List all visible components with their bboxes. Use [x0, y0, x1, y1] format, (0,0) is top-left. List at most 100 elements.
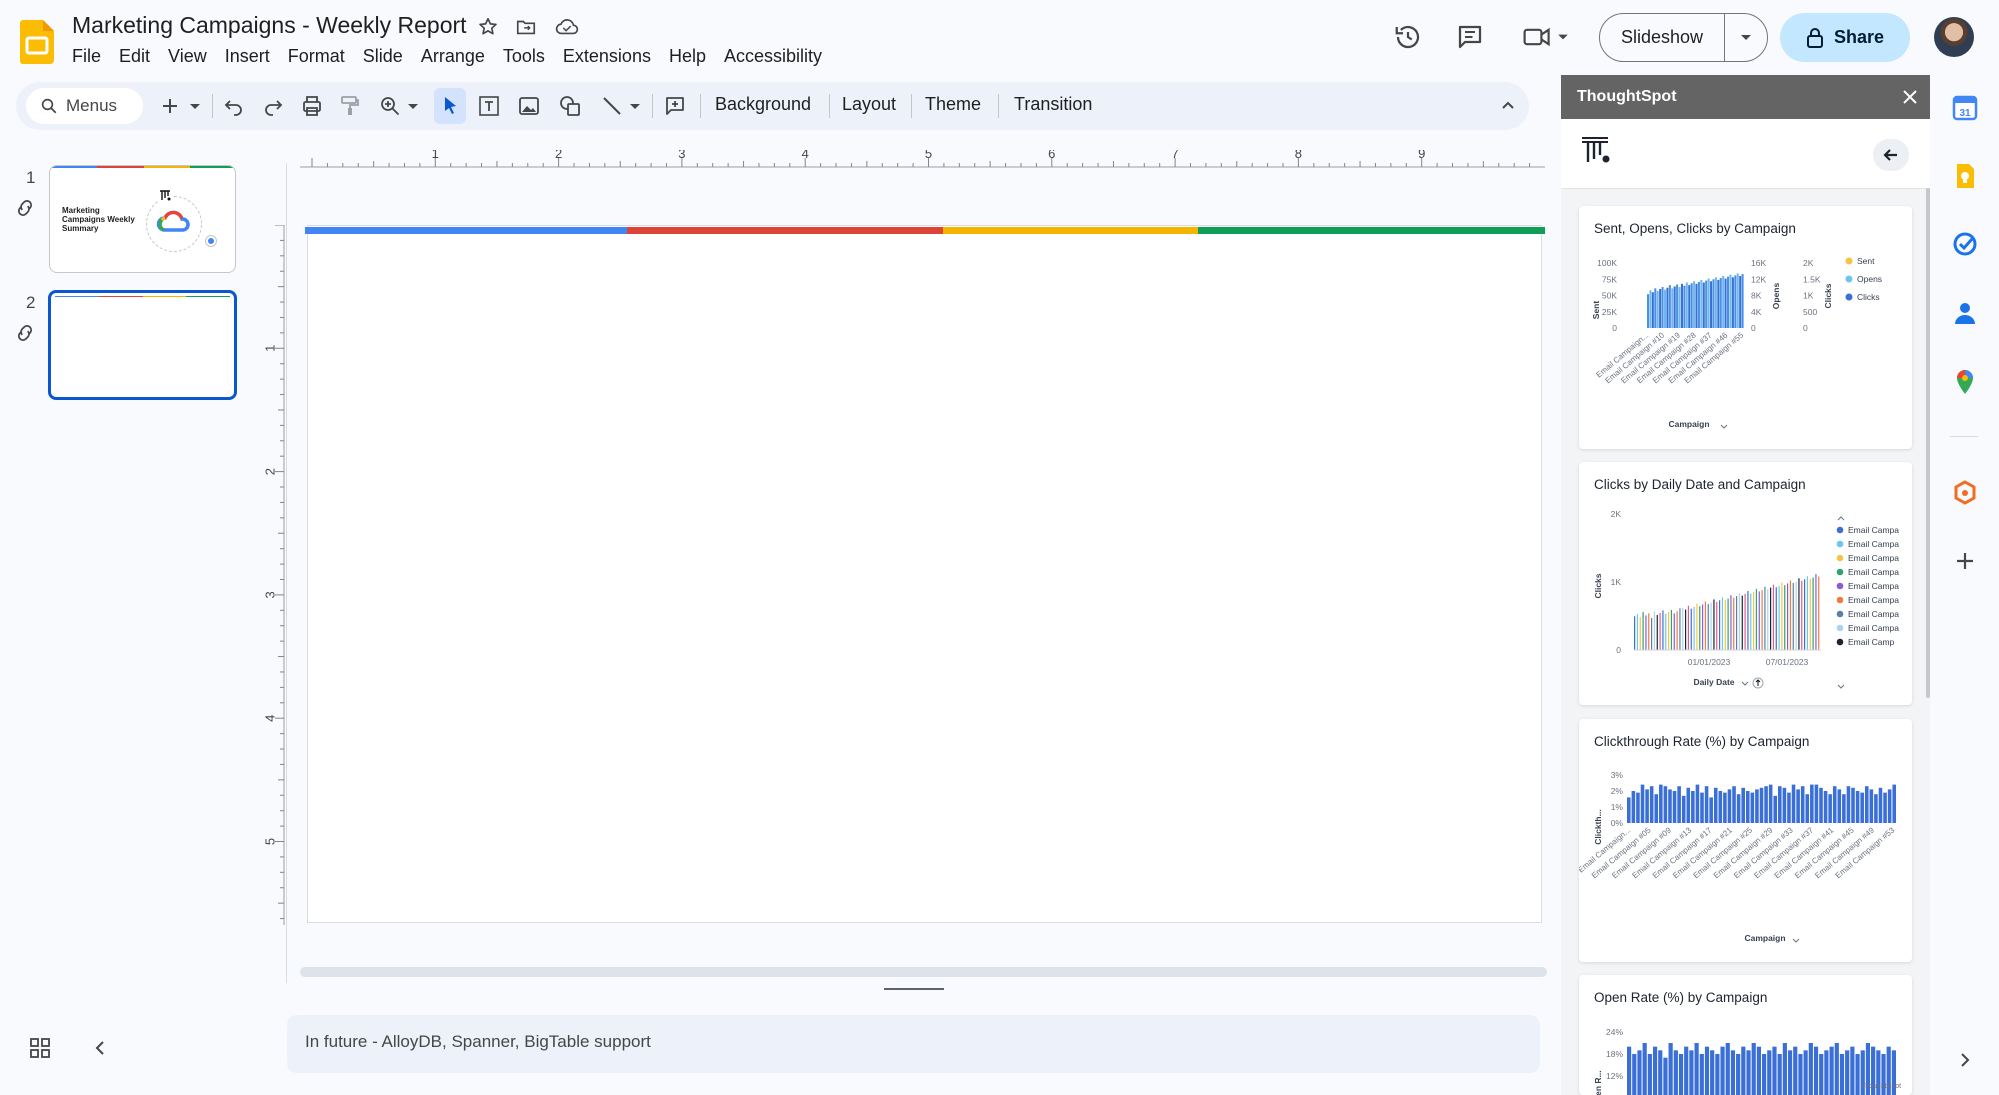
print-icon[interactable] — [300, 94, 324, 118]
bar-clicks — [1784, 585, 1786, 650]
bar-sent — [1649, 290, 1652, 328]
theme-button[interactable]: Theme — [925, 94, 981, 115]
line-icon[interactable] — [600, 94, 624, 118]
menu-view[interactable]: View — [168, 46, 216, 67]
bar-open-rate — [1762, 1054, 1767, 1095]
legend-label: Email Campa — [1848, 567, 1899, 577]
bar-sent — [1695, 283, 1698, 328]
zoom-dropdown-icon[interactable] — [406, 94, 420, 118]
slide-thumbnail-2[interactable] — [48, 290, 237, 400]
layout-button[interactable]: Layout — [842, 94, 896, 115]
bar-ctr — [1878, 787, 1883, 823]
menu-insert[interactable]: Insert — [225, 46, 279, 67]
y-tick-label: 24% — [1606, 1027, 1623, 1037]
thumb-color-bar — [50, 166, 235, 168]
calendar-icon[interactable]: 31 — [1950, 93, 1980, 123]
comments-icon[interactable] — [1455, 22, 1485, 52]
menu-extensions[interactable]: Extensions — [563, 46, 660, 67]
bar-ctr — [1800, 786, 1805, 823]
slideshow-button[interactable]: Slideshow — [1600, 14, 1725, 61]
toolbar-divider — [911, 94, 912, 118]
select-tool-button[interactable] — [434, 88, 466, 124]
notes-resize-handle[interactable] — [884, 988, 944, 990]
speaker-notes[interactable]: In future - AlloyDB, Spanner, BigTable s… — [287, 1015, 1540, 1073]
cloud-saved-icon[interactable] — [555, 16, 579, 38]
linked-object-icon[interactable] — [14, 322, 36, 344]
thoughtspot-header: ThoughtSpot — [1561, 75, 1930, 119]
text-box-icon[interactable] — [477, 94, 501, 118]
vertical-ruler[interactable]: 1 2 3 4 5 — [262, 225, 286, 925]
liveboard-card-clicks-by-date[interactable]: Clicks by Daily Date and Campaign Clicks… — [1579, 462, 1912, 705]
bar-open-rate — [1803, 1050, 1808, 1095]
menu-file[interactable]: File — [72, 46, 110, 67]
expand-rail-icon[interactable] — [1950, 1045, 1980, 1075]
account-avatar[interactable] — [1934, 17, 1974, 57]
slide-color-bar[interactable] — [305, 227, 1545, 234]
slide-thumbnail-1[interactable]: Marketing Campaigns Weekly Summary — [49, 165, 236, 273]
contacts-icon[interactable] — [1950, 298, 1980, 328]
move-folder-icon[interactable] — [515, 16, 537, 38]
menu-help[interactable]: Help — [669, 46, 715, 67]
legend-label: Email Campa — [1848, 595, 1899, 605]
slides-logo[interactable] — [20, 20, 54, 64]
undo-icon[interactable] — [222, 94, 246, 118]
add-ons-plus-icon[interactable] — [1950, 546, 1980, 576]
menu-edit[interactable]: Edit — [119, 46, 159, 67]
paint-format-icon[interactable] — [338, 94, 362, 118]
share-button[interactable]: Share — [1780, 13, 1910, 62]
zoom-icon[interactable] — [378, 94, 402, 118]
menu-slide[interactable]: Slide — [363, 46, 412, 67]
bar-sent — [1739, 276, 1742, 328]
horizontal-scrollbar[interactable] — [300, 967, 1547, 977]
slideshow-dropdown[interactable] — [1725, 14, 1767, 61]
maps-icon[interactable] — [1950, 367, 1980, 397]
add-comment-icon[interactable] — [663, 94, 687, 118]
keep-icon[interactable] — [1950, 161, 1980, 191]
menu-accessibility[interactable]: Accessibility — [724, 46, 831, 67]
thoughtspot-addon-icon[interactable] — [1950, 478, 1980, 508]
liveboard-card-open-rate[interactable]: Open Rate (%) by Campaign Open R... 24% 18… — [1579, 975, 1912, 1095]
meet-icon[interactable] — [1521, 22, 1569, 52]
line-dropdown-icon[interactable] — [628, 94, 642, 118]
close-icon[interactable] — [1901, 88, 1919, 106]
horizontal-ruler[interactable]: 1 2 3 4 5 6 7 8 9 — [300, 150, 1545, 168]
bar-ctr — [1649, 786, 1654, 823]
new-slide-dropdown-icon[interactable] — [188, 94, 202, 118]
collapse-filmstrip-icon[interactable] — [88, 1036, 112, 1060]
bar-clicks — [1710, 602, 1712, 650]
bar-sent — [1666, 287, 1669, 328]
document-title[interactable]: Marketing Campaigns - Weekly Report — [72, 12, 467, 39]
collapse-toolbar-icon[interactable] — [1496, 94, 1520, 118]
shape-icon[interactable] — [558, 94, 582, 118]
background-button[interactable]: Background — [715, 94, 811, 115]
bar-clicks — [1719, 600, 1721, 650]
bar-ctr — [1723, 792, 1727, 823]
bar-ctr — [1874, 794, 1878, 823]
version-history-icon[interactable] — [1393, 22, 1423, 52]
tasks-icon[interactable] — [1950, 229, 1980, 259]
liveboard-card-clickthrough-rate[interactable]: Clickthrough Rate (%) by Campaign Clickt… — [1579, 719, 1912, 962]
liveboard-card-sent-opens-clicks[interactable]: Sent, Opens, Clicks by Campaign Sent 100K… — [1579, 206, 1912, 449]
bar-clicks — [1716, 601, 1718, 650]
bar-sent — [1741, 274, 1744, 328]
menu-arrange[interactable]: Arrange — [421, 46, 494, 67]
x-tick-label: 01/01/2023 — [1688, 657, 1731, 667]
bar-open-rate — [1855, 1054, 1860, 1095]
linked-object-icon[interactable] — [14, 197, 36, 219]
bar-ctr — [1764, 786, 1768, 823]
menu-tools[interactable]: Tools — [503, 46, 554, 67]
slide-canvas[interactable] — [307, 225, 1542, 923]
new-slide-icon[interactable] — [158, 94, 182, 118]
redo-icon[interactable] — [261, 94, 285, 118]
image-icon[interactable] — [517, 94, 541, 118]
search-menus-input[interactable]: Menus — [26, 88, 143, 124]
bar-open-rate — [1746, 1050, 1751, 1095]
star-icon[interactable] — [477, 16, 499, 38]
bar-sent — [1705, 280, 1708, 328]
bar-ctr — [1837, 789, 1842, 823]
menu-format[interactable]: Format — [288, 46, 354, 67]
back-arrow-icon[interactable] — [1873, 139, 1909, 171]
transition-button[interactable]: Transition — [1014, 94, 1092, 115]
grid-view-icon[interactable] — [28, 1036, 52, 1060]
bar-ctr — [1713, 787, 1718, 823]
